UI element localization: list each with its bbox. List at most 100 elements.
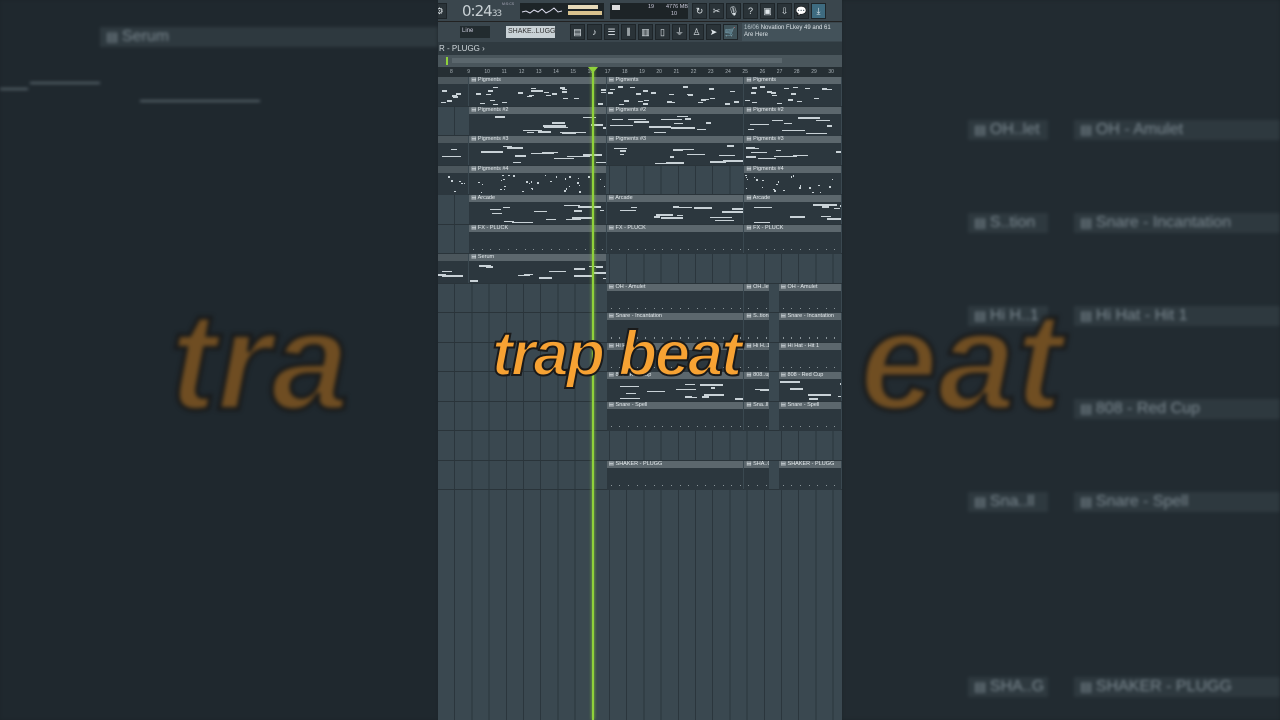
pattern-clip[interactable]: ▤ Pigments #2 [606,106,744,136]
pattern-clip[interactable]: ▤ Pigments #3 [606,136,744,165]
pattern-clip[interactable]: ▤ FX - PLUCK [606,224,744,254]
playlist-track[interactable]: ▤ Pigments #4 ▤ Pigments #4 [438,165,842,195]
pattern-clip[interactable]: ▤ Pigments [744,77,841,106]
timeline-ruler[interactable]: 8 9 10 11 12 13 14 15 16 17 18 19 20 21 22 23 24 25 26 27 28… [438,67,842,77]
note [645,307,647,309]
playhead[interactable] [592,67,594,720]
mixer-icon[interactable]: ⫼ [621,24,636,40]
note [441,270,453,273]
playlist-track[interactable]: ▤ Arcade ▤ Arcade ▤ Arcade [438,195,842,225]
note [777,102,783,105]
playlist-track[interactable]: ▤ Pigments #3 ▤ Pigments #3 ▤ Pigments #3 [438,136,842,166]
note [518,274,531,277]
playlist-track[interactable]: ▤ Snare - Spell ▤ Sna..ll ▤ Snare - Spell [438,401,842,431]
download-icon[interactable]: ⤓ [811,3,826,19]
clip-label: ▤ 808 - Red Cup [778,372,841,379]
shop-icon[interactable]: 🛒 [723,24,738,40]
note [624,100,629,102]
pattern-clip[interactable]: ▤ Pigments #3 [744,136,841,165]
playlist-track[interactable] [438,431,842,461]
playlist-track[interactable]: ▤ Pigments ▤ Pigments ▤ Pigments [438,77,842,107]
pattern-clip[interactable]: ▤ Snare - Incantation [778,313,841,342]
note [799,425,801,427]
pattern-clip[interactable]: ▤ 808..up [744,372,770,401]
note [546,94,552,97]
note [564,178,567,180]
ruler-bar-number: 8 [450,69,453,75]
browser-icon[interactable]: ▥ [638,24,653,40]
note [494,116,505,118]
pattern-clip[interactable]: ▤ FX - PLUCK [469,224,606,254]
note [454,190,456,193]
clip-label: ▤ Snare - Spell [778,401,841,409]
playlist-track[interactable]: ▤ FX - PLUCK ▤ FX - PLUCK ▤ FX - PLUCK [438,224,842,254]
pattern-clip[interactable]: ▤ Pigments #4 [469,165,606,195]
pattern-clip[interactable]: ▤ SHAKER - PLUGG [778,460,841,490]
pattern-clip[interactable]: ▤ Snare - Spell [778,401,841,431]
export-icon[interactable]: ⇩ [777,3,792,19]
pattern-clip[interactable] [438,77,469,106]
menu-button[interactable]: ⚙ [438,3,447,19]
playlist-track[interactable]: ▤ SHAKER - PLUGG▤ SHA..G▤ SHAKER - PLUGG [438,460,842,490]
pattern-clip[interactable]: ▤ Arcade [744,195,841,224]
note [730,90,736,93]
pattern-clip[interactable]: ▤ Serum [469,254,606,283]
playlist-track[interactable]: ▤ OH - Amulet ▤ OH..let ▤ OH - Amulet [438,283,842,313]
save-icon[interactable]: ▣ [760,3,775,19]
pattern-clip[interactable]: ▤ Pigments #2 [744,106,841,136]
note [593,272,606,274]
playhead-marker-icon[interactable] [588,67,598,73]
pattern-clip[interactable]: ▤ Pigments [606,77,744,106]
pattern-clip[interactable] [438,165,469,195]
pattern-clip[interactable]: ▤ Arcade [469,195,606,224]
pattern-clip[interactable]: ▤ Sna..ll [744,401,770,431]
channel-rack-icon[interactable]: ☰ [604,24,619,40]
playlist-overview-scrollbar[interactable] [438,55,842,67]
playlist-tracks[interactable]: ▤ Pigments ▤ Pigments ▤ Pigments ▤ Pigments… [438,77,842,720]
file-icon[interactable]: ▯ [655,24,670,40]
pattern-clip[interactable]: ▤ Pigments #4 [744,165,841,195]
pattern-selector[interactable]: SHAKE..LUGG [506,26,555,38]
note [710,161,726,163]
pattern-clip[interactable]: ▤ OH - Amulet [606,283,744,313]
pattern-clip[interactable]: ▤ SHA..G [744,460,770,490]
note [683,86,689,88]
pattern-clip[interactable]: ▤ Pigments #3 [469,136,606,165]
clip-label: ▤ SHA..G [744,460,770,468]
pattern-clip[interactable]: ▤ OH - Amulet [778,283,841,313]
snap-select[interactable]: Line [460,26,490,38]
news-hint-panel[interactable]: 16/06 Novation FLkey 49 and 61 Are Here [742,23,842,41]
note [451,180,453,182]
undo-icon[interactable]: ↻ [692,3,707,19]
pattern-clip[interactable]: ▤ Snare - Spell [606,401,744,431]
cut-icon[interactable]: ✂ [709,3,724,19]
render-icon[interactable]: ➤ [706,24,721,40]
note [577,182,579,184]
pattern-clip[interactable]: ▤ Hi H..1 [744,342,770,372]
piano-roll-icon[interactable]: ♪ [587,24,602,40]
pattern-clip[interactable]: ▤ Pigments #2 [469,106,606,136]
pattern-clip[interactable] [438,136,469,165]
playlist-track[interactable]: ▤ Serum [438,254,842,284]
pattern-clip[interactable]: ▤ OH..let [744,283,770,313]
clip-label: ▤ Arcade [744,195,841,202]
playlist-track[interactable]: ▤ Pigments #2 ▤ Pigments #2 ▤ Pigments #2 [438,106,842,136]
pattern-clip[interactable]: ▤ Pigments [469,77,606,106]
playlist-icon[interactable]: ▤ [570,24,585,40]
time-display[interactable]: 0:2433 [462,2,502,20]
pattern-clip[interactable]: ▤ S..tion [744,313,770,342]
pattern-clip[interactable]: ▤ SHAKER - PLUGG [606,460,744,490]
note [478,265,491,267]
pattern-clip[interactable] [438,254,469,283]
breadcrumb[interactable]: R - PLUGG › [438,42,842,55]
pattern-clip[interactable]: ▤ Hi Hat - Hit 1 [778,342,841,372]
note [648,126,671,128]
pattern-clip[interactable]: ▤ FX - PLUCK [744,224,841,254]
pattern-clip[interactable]: ▤ 808 - Red Cup [778,372,841,401]
tempo-icon[interactable]: ♙ [689,24,704,40]
chat-icon[interactable]: 💬 [794,3,809,19]
help-icon[interactable]: ? [743,3,758,19]
pattern-clip[interactable]: ▤ Arcade [606,195,744,224]
mic-icon[interactable]: 🎙 [726,3,741,19]
plugin-icon[interactable]: ⏚ [672,24,687,40]
